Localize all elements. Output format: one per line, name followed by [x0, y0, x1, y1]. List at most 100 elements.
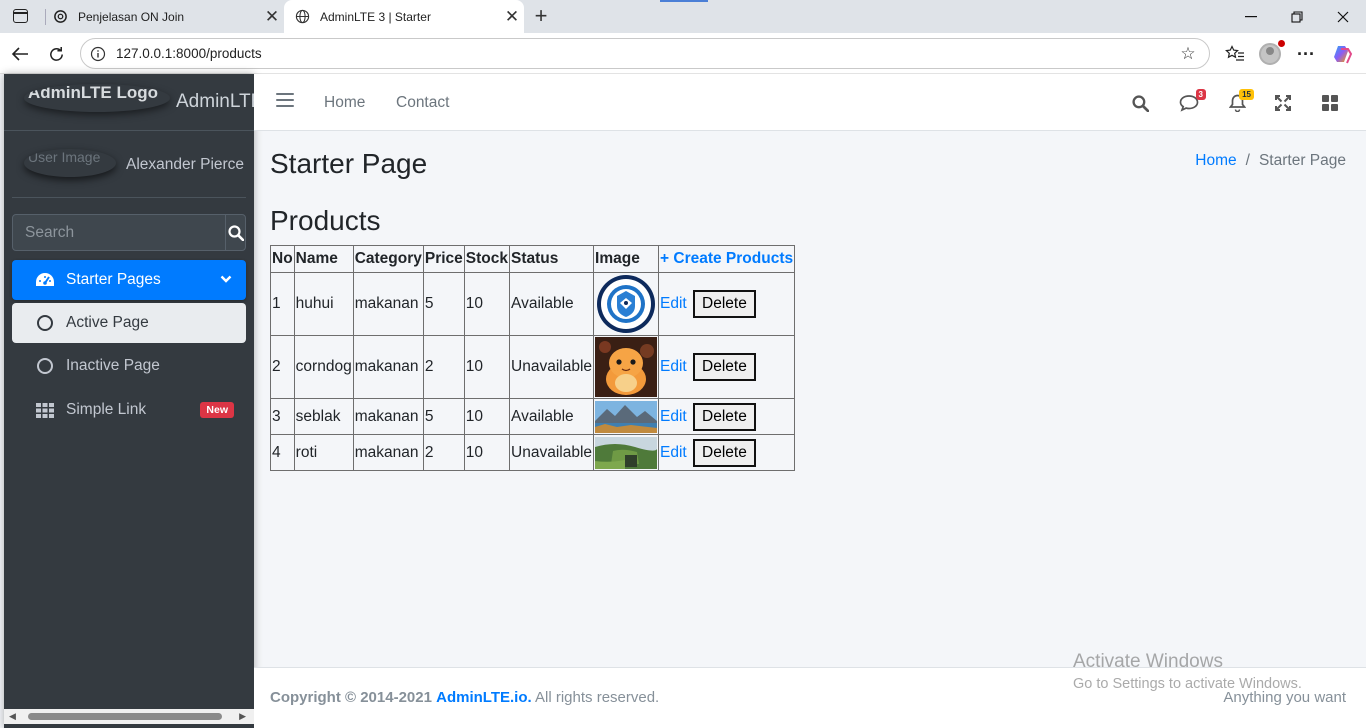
back-arrow-icon[interactable]: [7, 41, 33, 67]
cell-actions: Edit Delete: [658, 272, 796, 336]
browser-tab-adminlte[interactable]: AdminLTE 3 | Starter ✕: [284, 0, 524, 33]
cell-actions: Edit Delete: [658, 335, 796, 399]
header-stock: Stock: [463, 245, 511, 273]
product-image-landscape: [595, 400, 658, 433]
user-name-link[interactable]: Alexander Pierce: [126, 156, 244, 174]
breadcrumb-home-link[interactable]: Home: [1195, 152, 1236, 169]
footer-copyright: Copyright © 2014-2021 AdminLTE.io. All r…: [270, 689, 659, 706]
sidebar-item-label: Starter Pages: [66, 271, 161, 288]
user-avatar: User Image: [24, 149, 116, 177]
bell-icon[interactable]: 15: [1226, 89, 1254, 114]
restore-icon[interactable]: [1274, 0, 1320, 33]
navbar-search-icon[interactable]: [1129, 92, 1151, 114]
cell-price: 5: [422, 272, 465, 336]
nav-link-home[interactable]: Home: [324, 94, 365, 112]
notifications-count-badge: 15: [1239, 89, 1254, 100]
reload-icon[interactable]: [43, 41, 69, 67]
nav-link-contact[interactable]: Contact: [396, 94, 449, 112]
close-tab-icon[interactable]: ✕: [500, 7, 524, 27]
page-title: Starter Page: [270, 148, 428, 179]
header-price: Price: [422, 245, 465, 273]
cell-stock: 10: [463, 398, 511, 435]
cell-no: 3: [270, 398, 295, 435]
hamburger-menu-icon[interactable]: [276, 93, 294, 111]
fullscreen-expand-icon[interactable]: [1272, 92, 1294, 114]
scroll-right-icon[interactable]: ▶: [239, 711, 246, 722]
cell-image: [593, 398, 660, 435]
tab-actions-icon[interactable]: [10, 7, 30, 25]
adminlte-link[interactable]: AdminLTE.io.: [436, 689, 532, 706]
more-options-icon[interactable]: ···: [1293, 41, 1319, 67]
control-sidebar-grid-icon[interactable]: [1319, 92, 1341, 114]
activate-windows-watermark: Activate Windows Go to Settings to activ…: [1073, 651, 1302, 692]
cell-actions: Edit Delete: [658, 398, 796, 435]
brand-link[interactable]: AdminLTE Logo AdminLTE 3: [4, 74, 279, 131]
table-row: 1 huhui makanan 5 10 Available Edit Dele…: [270, 272, 796, 336]
scroll-left-icon[interactable]: ◀: [9, 711, 16, 722]
minimize-icon[interactable]: [1228, 0, 1274, 33]
close-tab-icon[interactable]: ✕: [260, 7, 284, 27]
delete-button[interactable]: Delete: [693, 353, 756, 381]
sidebar-search-button[interactable]: [225, 215, 245, 250]
new-badge: New: [200, 402, 234, 418]
tab-title: AdminLTE 3 | Starter: [320, 9, 431, 24]
breadcrumb-separator: /: [1245, 152, 1250, 169]
delete-button[interactable]: Delete: [693, 438, 756, 467]
product-image-seal: [597, 275, 656, 333]
cell-category: makanan: [352, 335, 424, 399]
edit-link[interactable]: Edit: [660, 358, 687, 375]
sidebar-horizontal-scrollbar[interactable]: ◀ ▶: [4, 709, 254, 724]
browser-tab-penjelasan[interactable]: Penjelasan ON Join ✕: [42, 0, 284, 33]
tab-accent: [660, 0, 708, 2]
cell-actions: Edit Delete: [658, 434, 796, 471]
header-image: Image: [593, 245, 660, 273]
copyright-text: Copyright © 2014-2021: [270, 689, 432, 706]
url-field[interactable]: 127.0.0.1:8000/products ☆: [80, 38, 1210, 69]
messages-icon[interactable]: 3: [1178, 89, 1206, 114]
delete-button[interactable]: Delete: [693, 402, 756, 431]
circle-icon: [32, 315, 58, 331]
close-window-icon[interactable]: [1320, 0, 1366, 33]
brand-logo: AdminLTE Logo: [24, 84, 170, 112]
grid-icon: [32, 402, 58, 418]
edit-link[interactable]: Edit: [660, 444, 687, 461]
tab-title: Penjelasan ON Join: [78, 9, 185, 24]
sidebar-search-input[interactable]: [13, 215, 225, 250]
content-wrapper: Starter Page Home / Starter Page Products …: [254, 131, 1366, 667]
create-products-link[interactable]: + Create Products: [660, 250, 793, 267]
user-panel: User Image Alexander Pierce: [12, 131, 246, 198]
favorites-icon[interactable]: [1222, 41, 1248, 67]
globe-icon: [294, 9, 310, 25]
breadcrumb-current: Starter Page: [1258, 152, 1346, 169]
watermark-title: Activate Windows: [1073, 651, 1223, 672]
sidebar-item-active-page[interactable]: Active Page: [12, 303, 246, 343]
scrollbar-thumb[interactable]: [28, 713, 222, 720]
cell-price: 2: [422, 335, 465, 399]
sidebar-item-starter-pages[interactable]: Starter Pages: [12, 260, 246, 300]
header-actions: + Create Products: [658, 245, 796, 273]
profile-avatar[interactable]: [1257, 40, 1285, 67]
delete-button[interactable]: Delete: [693, 290, 756, 318]
edit-link[interactable]: Edit: [660, 295, 687, 312]
favorite-star-icon[interactable]: ☆: [1177, 44, 1199, 64]
sidebar-item-label: Inactive Page: [66, 357, 160, 374]
sidebar-item-inactive-page[interactable]: Inactive Page: [12, 346, 246, 386]
copilot-icon[interactable]: [1330, 41, 1356, 67]
cell-category: makanan: [352, 272, 424, 336]
cell-image: [593, 335, 660, 399]
new-tab-button[interactable]: +: [530, 3, 552, 29]
url-text: 127.0.0.1:8000/products: [116, 46, 262, 61]
product-image-cliff: [595, 436, 658, 469]
header-category: Category: [352, 245, 424, 273]
header-status: Status: [509, 245, 595, 273]
openai-favicon-icon: [52, 9, 68, 25]
cell-image: [593, 434, 660, 471]
site-info-icon[interactable]: [89, 45, 107, 63]
sidebar-item-simple-link[interactable]: Simple Link New: [12, 390, 246, 430]
edit-link[interactable]: Edit: [660, 408, 687, 425]
table-row: 4 roti makanan 2 10 Unavailable Edit Del…: [270, 434, 796, 471]
cell-name: roti: [293, 434, 354, 471]
header-no: No: [270, 245, 295, 273]
cell-status: Available: [509, 398, 595, 435]
cell-status: Unavailable: [509, 335, 595, 399]
